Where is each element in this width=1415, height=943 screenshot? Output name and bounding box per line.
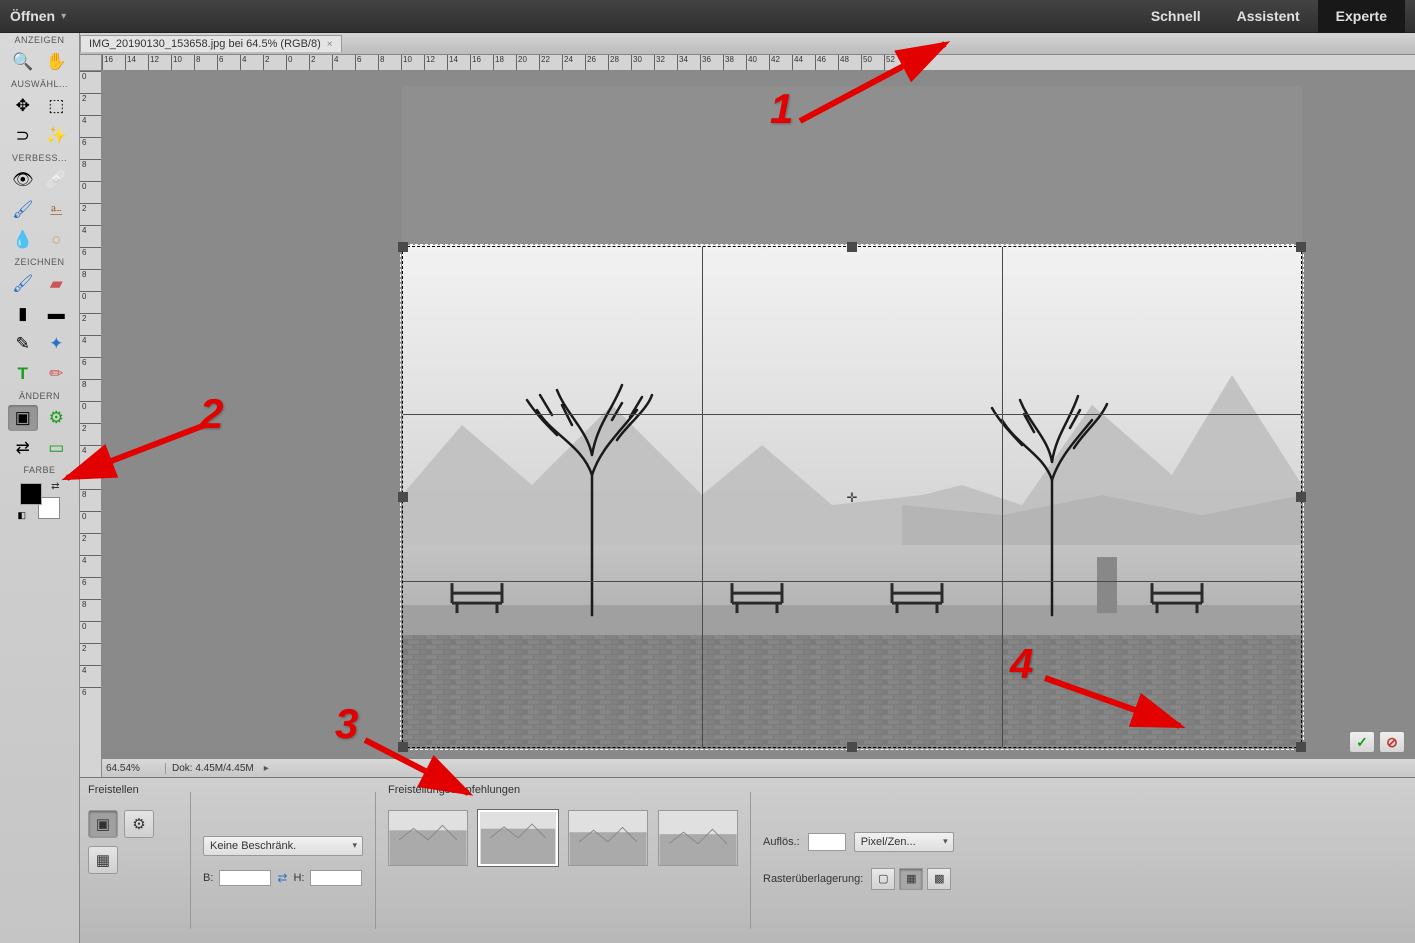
tool-options-panel: Freistellen ▣ ⚙ ▦ Keine Beschränk. B: ⇄ … [80,777,1415,943]
crop-suggestion-1[interactable] [388,810,468,866]
crop-commit-button[interactable]: ✓ [1349,731,1375,753]
mode-schnell[interactable]: Schnell [1133,0,1219,33]
pencil-tool-icon[interactable]: ✏ [41,361,71,387]
eraser-tool-icon[interactable]: ▰ [41,271,71,297]
bucket-tool-icon[interactable]: ▮ [8,301,38,327]
document-tab-title: IMG_20190130_153658.jpg bei 64.5% (RGB/8… [89,38,321,50]
foreground-color-swatch[interactable] [20,483,42,505]
height-label: H: [293,872,304,884]
open-menu[interactable]: Öffnen [10,8,55,24]
horizontal-ruler: 1614121086420246810121416182022242628303… [102,55,1415,71]
crop-handle-mr[interactable] [1296,492,1306,502]
move-tool-icon[interactable]: ✥ [8,93,38,119]
crop-center-icon: ✛ [845,490,859,504]
crop-handle-tr[interactable] [1296,242,1306,252]
mode-assistent[interactable]: Assistent [1219,0,1318,33]
document-tab[interactable]: IMG_20190130_153658.jpg bei 64.5% (RGB/8… [80,35,342,52]
swap-colors-icon[interactable]: ⇄ [51,481,59,492]
section-auswaehlen: AUSWÄHL... [0,77,79,91]
grid-thirds-icon[interactable]: ▦ [899,868,923,890]
options-title: Freistellen [88,784,178,796]
eyedropper-tool-icon[interactable]: ✎ [8,331,38,357]
mode-experte[interactable]: Experte [1318,0,1405,33]
section-farbe: FARBE [0,463,79,477]
menubar: Öffnen ▾ Schnell Assistent Experte [0,0,1415,33]
crop-selection[interactable]: ✛ [402,246,1302,748]
swap-wh-icon[interactable]: ⇄ [277,871,287,885]
grid-none-icon[interactable]: ▢ [871,868,895,890]
crop-tool-icon[interactable]: ▣ [8,405,38,431]
text-tool-icon[interactable]: T [8,361,38,387]
crop-mode-normal-icon[interactable]: ▣ [88,810,118,838]
marquee-tool-icon[interactable]: ⬚ [41,93,71,119]
hand-tool-icon[interactable]: ✋ [41,49,71,75]
recompose-tool-icon[interactable]: ⚙ [41,405,71,431]
straighten-tool-icon[interactable]: ▭ [41,435,71,461]
crop-handle-tl[interactable] [398,242,408,252]
width-label: B: [203,872,213,884]
resolution-label: Auflös.: [763,836,800,848]
crop-cancel-button[interactable]: ⊘ [1379,731,1405,753]
crop-mode-perspective-icon[interactable]: ⚙ [124,810,154,838]
workspace: 1614121086420246810121416182022242628303… [80,55,1415,778]
crop-handle-bl[interactable] [398,742,408,752]
color-swatch[interactable]: ⇄ ◧ [20,483,60,519]
open-dropdown-arrow[interactable]: ▾ [61,11,66,22]
heal-tool-icon[interactable]: 🩹 [41,167,71,193]
height-input[interactable] [310,870,362,886]
crop-handle-br[interactable] [1296,742,1306,752]
resolution-input[interactable] [808,833,846,851]
shape-tool-icon[interactable]: ✦ [41,331,71,357]
vertical-ruler: 02468024680246802468024680246 [80,71,102,778]
crop-suggestion-2[interactable] [478,810,558,866]
tool-panel: ANZEIGEN 🔍 ✋ AUSWÄHL... ✥ ⬚ ⊃ ✨ VERBESS.… [0,33,80,943]
quickselect-tool-icon[interactable]: ✨ [41,123,71,149]
grid-grid-icon[interactable]: ▩ [927,868,951,890]
crop-mode-photo-icon[interactable]: ▦ [88,846,118,874]
reset-colors-icon[interactable]: ◧ [18,510,27,521]
section-verbessern: VERBESS... [0,151,79,165]
blur-tool-icon[interactable]: 💧 [8,227,38,253]
zoom-level[interactable]: 64.54% [102,763,166,774]
section-zeichnen: ZEICHNEN [0,255,79,269]
brush-tool-icon[interactable]: 🖌 [8,271,38,297]
constraint-dropdown[interactable]: Keine Beschränk. [203,836,363,856]
resolution-unit-dropdown[interactable]: Pixel/Zen... [854,832,954,852]
crop-handle-bc[interactable] [847,742,857,752]
close-tab-icon[interactable]: × [327,39,333,50]
redeye-tool-icon[interactable]: 👁 [8,167,38,193]
canvas-viewport[interactable]: ✛ ✓ ⊘ [102,71,1415,758]
zoom-tool-icon[interactable]: 🔍 [8,49,38,75]
annotation-3: 3 [335,700,358,748]
grid-overlay-label: Rasterüberlagerung: [763,873,863,885]
annotation-1: 1 [770,85,793,133]
ruler-origin [80,55,102,71]
crop-handle-tc[interactable] [847,242,857,252]
sponge-tool-icon[interactable]: ○ [41,227,71,253]
transform-tool-icon[interactable]: ⇄ [8,435,38,461]
image-canvas[interactable]: ✛ [402,86,1302,748]
stamp-tool-icon[interactable]: ⎁ [41,197,71,223]
annotation-2: 2 [200,390,223,438]
annotation-4: 4 [1010,640,1033,688]
section-anzeigen: ANZEIGEN [0,33,79,47]
status-menu-arrow[interactable]: ▸ [264,763,269,774]
suggestions-title: Freistellungsempfehlungen [388,784,738,796]
gradient-tool-icon[interactable]: ▬ [41,301,71,327]
document-size: Dok: 4.45M/4.45M [166,763,260,774]
crop-suggestion-4[interactable] [658,810,738,866]
width-input[interactable] [219,870,271,886]
section-aendern: ÄNDERN [0,389,79,403]
document-tabbar: IMG_20190130_153658.jpg bei 64.5% (RGB/8… [0,33,1415,55]
crop-handle-ml[interactable] [398,492,408,502]
smartbrush-tool-icon[interactable]: 🖌 [8,197,38,223]
lasso-tool-icon[interactable]: ⊃ [8,123,38,149]
crop-suggestion-3[interactable] [568,810,648,866]
status-bar: 64.54% Dok: 4.45M/4.45M ▸ [102,758,1415,778]
